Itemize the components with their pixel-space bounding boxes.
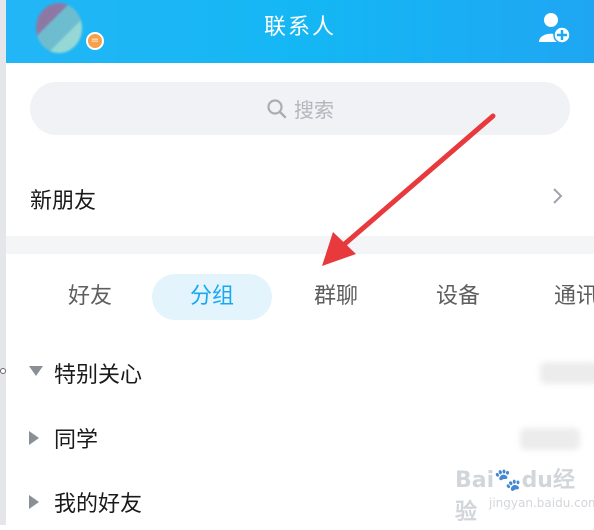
blurred-count <box>520 428 580 450</box>
triangle-right-icon <box>29 431 39 445</box>
new-friends-row[interactable]: 新朋友 <box>6 165 594 229</box>
group-label: 同学 <box>54 428 99 453</box>
group-row[interactable]: 特别关心 <box>6 345 594 401</box>
top-bar: = 联系人 <box>6 0 594 63</box>
chevron-right-icon <box>553 188 563 204</box>
watermark-brand: Bai <box>455 468 495 493</box>
tab-groups[interactable]: 分组 <box>152 274 272 320</box>
triangle-down-icon <box>29 366 43 376</box>
baidu-watermark: Bai🐾du经验 jingyan.baidu.com <box>455 462 594 525</box>
tab-devices[interactable]: 设备 <box>418 274 498 320</box>
watermark-brand-end: du <box>521 468 553 493</box>
contact-tabs: 好友 分组 群聊 设备 通讯 <box>6 266 594 328</box>
search-placeholder: 搜索 <box>294 98 334 122</box>
new-friends-label: 新朋友 <box>30 189 97 214</box>
tab-group-chats[interactable]: 群聊 <box>296 274 376 320</box>
triangle-right-icon <box>29 495 39 509</box>
paw-icon: 🐾 <box>494 468 522 493</box>
group-row[interactable]: 同学 <box>6 410 594 466</box>
blurred-count <box>540 362 594 384</box>
add-contact-icon[interactable] <box>536 10 572 46</box>
tab-friends[interactable]: 好友 <box>50 274 130 320</box>
tab-contacts[interactable]: 通讯 <box>554 274 594 320</box>
group-label: 我的好友 <box>54 492 143 517</box>
page-title: 联系人 <box>263 15 336 40</box>
watermark-url: jingyan.baidu.com <box>489 496 594 510</box>
section-divider <box>6 236 594 254</box>
search-input[interactable]: 搜索 <box>30 82 570 135</box>
search-icon <box>267 98 287 118</box>
group-label: 特别关心 <box>54 363 143 388</box>
